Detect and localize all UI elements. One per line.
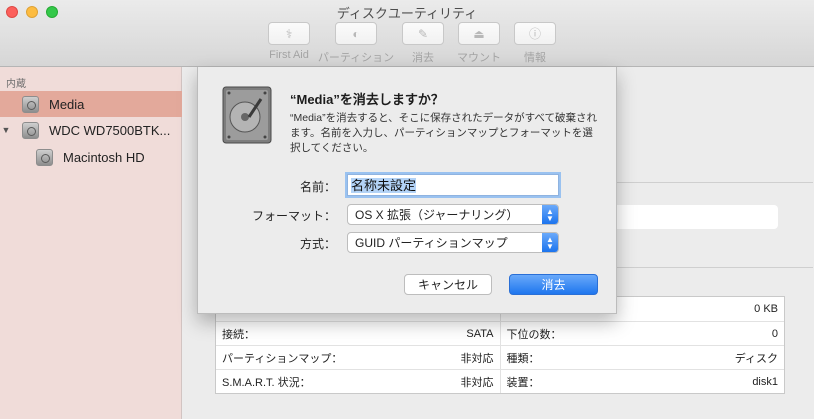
name-field[interactable]: 名称未設定	[347, 174, 559, 196]
table-row: パーティションマップ： 非対応 種類： ディスク	[216, 345, 784, 369]
toolbar: ⚕ First Aid ◐ パーティション ✎ 消去 ⏏ マウント ⓘ 情報	[265, 22, 559, 65]
disclosure-triangle-icon[interactable]: ▼	[0, 125, 12, 135]
scheme-label: 方式：	[299, 237, 336, 251]
divider	[613, 267, 813, 268]
info-value: 0	[771, 327, 778, 340]
chevron-up-down-icon: ▲ ▼	[542, 205, 558, 224]
toolbar-mount[interactable]: ⏏ マウント	[455, 22, 503, 65]
toolbar-label: マウント	[457, 52, 501, 64]
sidebar-item-label: WDC WD7500BTK...	[49, 122, 171, 138]
info-label: S.M.A.R.T. 状況：	[222, 376, 311, 389]
volume-icon	[36, 148, 53, 166]
sidebar-item-macintosh-hd[interactable]: Macintosh HD	[0, 144, 182, 170]
scheme-value: GUID パーティションマップ	[355, 236, 508, 250]
erase-dialog: “Media”を消去しますか？ “Media”を消去すると、そこに保存されたデー…	[197, 67, 617, 314]
table-cell: S.M.A.R.T. 状況： 非対応	[216, 370, 500, 393]
toolbar-info[interactable]: ⓘ 情報	[511, 22, 559, 65]
scheme-select[interactable]: GUID パーティションマップ ▲ ▼	[347, 232, 559, 253]
table-cell: 下位の数： 0	[499, 322, 785, 345]
sidebar-item-wdc[interactable]: ▼ WDC WD7500BTK...	[0, 117, 182, 143]
info-label: 装置：	[506, 376, 540, 389]
mount-icon[interactable]: ⏏	[458, 22, 500, 45]
divider	[613, 182, 813, 183]
info-label: 接続：	[222, 328, 255, 341]
toolbar-label: 情報	[524, 52, 546, 64]
disk-icon	[22, 121, 39, 139]
info-value: 0 KB	[754, 303, 778, 315]
format-label: フォーマット：	[251, 209, 336, 223]
toolbar-label: 消去	[412, 52, 434, 64]
sidebar-item-media[interactable]: Media	[0, 91, 182, 117]
usage-bar	[613, 205, 778, 229]
chevron-up-down-icon: ▲ ▼	[542, 233, 558, 252]
pie-chart-icon[interactable]: ◐	[335, 22, 377, 45]
toolbar-erase[interactable]: ✎ 消去	[399, 22, 447, 65]
info-label: 下位の数：	[506, 328, 562, 341]
hard-drive-icon	[222, 86, 272, 144]
disk-icon	[22, 95, 39, 113]
erase-button[interactable]: 消去	[509, 274, 598, 295]
name-label: 名前：	[299, 180, 336, 194]
info-value: SATA	[466, 327, 494, 340]
stethoscope-icon[interactable]: ⚕	[268, 22, 310, 45]
sidebar-item-label: Macintosh HD	[63, 149, 145, 165]
sidebar-section-internal: 内蔵	[6, 79, 26, 90]
cancel-button[interactable]: キャンセル	[404, 274, 492, 295]
table-cell: 装置： disk1	[499, 370, 785, 393]
table-cell: パーティションマップ： 非対応	[216, 346, 500, 369]
info-value: 非対応	[460, 352, 494, 365]
info-label: 種類：	[506, 352, 540, 365]
title-bar: ディスクユーティリティ ⚕ First Aid ◐ パーティション ✎ 消去 ⏏…	[0, 0, 814, 67]
format-select[interactable]: OS X 拡張（ジャーナリング） ▲ ▼	[347, 204, 559, 225]
sidebar-item-label: Media	[49, 96, 85, 112]
info-label: パーティションマップ：	[222, 352, 343, 365]
info-value: disk1	[752, 375, 778, 388]
sidebar: 内蔵 Media ▼ WDC WD7500BTK... Macintosh HD	[0, 67, 182, 419]
dialog-message: “Media”を消去すると、そこに保存されたデータがすべて破棄されます。名前を入…	[290, 112, 598, 154]
table-row: S.M.A.R.T. 状況： 非対応 装置： disk1	[216, 369, 784, 393]
toolbar-label: First Aid	[269, 49, 309, 61]
window-title: ディスクユーティリティ	[336, 6, 478, 21]
toolbar-first-aid[interactable]: ⚕ First Aid	[265, 22, 313, 65]
table-cell: 接続： SATA	[216, 322, 500, 345]
table-cell: 種類： ディスク	[499, 346, 785, 369]
erase-icon[interactable]: ✎	[402, 22, 444, 45]
format-value: OS X 拡張（ジャーナリング）	[355, 208, 519, 222]
table-row: 接続： SATA 下位の数： 0	[216, 321, 784, 345]
info-icon[interactable]: ⓘ	[514, 22, 556, 45]
name-value: 名称未設定	[351, 178, 417, 193]
info-value: ディスク	[734, 352, 778, 365]
toolbar-label: パーティション	[317, 52, 395, 64]
dialog-title: “Media”を消去しますか？	[290, 92, 444, 107]
info-value: 非対応	[460, 376, 494, 389]
toolbar-partition[interactable]: ◐ パーティション	[317, 22, 395, 65]
